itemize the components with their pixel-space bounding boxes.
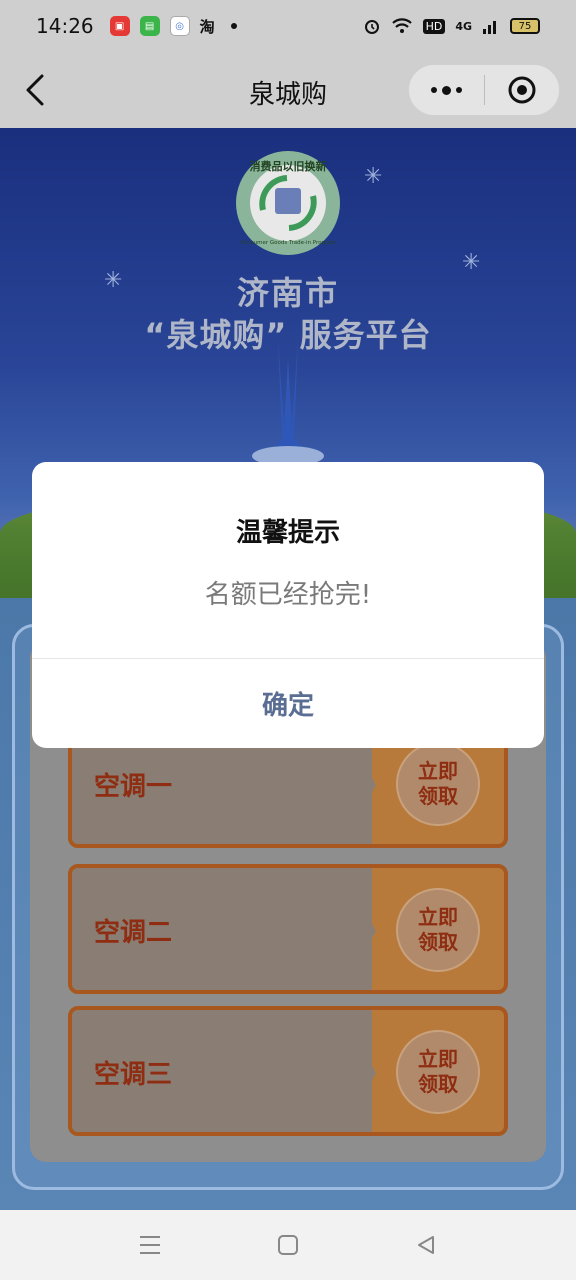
- claim-button[interactable]: 立即 领取: [396, 742, 480, 826]
- more-notifications-dot: [230, 23, 237, 29]
- claim-label-line1: 立即: [418, 1047, 458, 1071]
- more-dots-icon[interactable]: [409, 65, 484, 115]
- status-bar: 14:26 ▣ ▤ ◎ 淘 HD 4G 75: [0, 0, 576, 52]
- capsule-menu: [408, 64, 560, 116]
- home-square-icon[interactable]: [273, 1230, 303, 1260]
- red-app-icon: ▣: [109, 16, 130, 36]
- network-type: 4G: [455, 19, 472, 33]
- quancheng-tower-graphic: [252, 338, 324, 466]
- claim-label-line1: 立即: [418, 905, 458, 929]
- claim-label-line2: 领取: [418, 930, 458, 954]
- claim-button[interactable]: 立即 领取: [396, 888, 480, 972]
- blue-app-icon: ◎: [169, 16, 190, 36]
- alert-dialog: 温馨提示 名额已经抢完! 确定: [32, 462, 544, 748]
- wifi-icon: [391, 18, 412, 33]
- coupon-card-ac-2[interactable]: 空调二 立即 领取: [68, 864, 508, 994]
- alarm-icon: [364, 20, 379, 34]
- claim-label-line1: 立即: [418, 759, 458, 783]
- coupon-card-ac-3[interactable]: 空调三 立即 领取: [68, 1006, 508, 1136]
- hd-badge: HD: [422, 18, 446, 34]
- target-circle-icon[interactable]: [485, 65, 559, 115]
- battery-level: 75: [518, 20, 532, 32]
- coupon-name: 空调一: [94, 772, 173, 802]
- dialog-title: 温馨提示: [235, 518, 340, 548]
- claim-label-line2: 领取: [418, 1072, 458, 1096]
- mini-program-header: 泉城购: [0, 52, 576, 128]
- message-app-icon: ▤: [139, 16, 160, 36]
- trade-in-logo: 消费品以旧换新 Consumer Goods Trade-in Program: [236, 151, 340, 255]
- status-time: 14:26: [36, 14, 94, 38]
- menu-icon[interactable]: [135, 1230, 165, 1260]
- confirm-button[interactable]: 确定: [32, 659, 544, 748]
- sparkle-icon: ✳: [364, 164, 383, 189]
- system-nav-bar: [0, 1210, 576, 1280]
- coupon-name: 空调二: [94, 918, 173, 948]
- logo-text-bottom: Consumer Goods Trade-in Program: [240, 240, 336, 246]
- city-title: 济南市: [236, 274, 339, 312]
- claim-button[interactable]: 立即 领取: [396, 1030, 480, 1114]
- signal-icon: [483, 21, 496, 34]
- claim-label-line2: 领取: [418, 784, 458, 808]
- coupon-name: 空调三: [94, 1060, 173, 1090]
- back-triangle-icon[interactable]: [411, 1230, 441, 1260]
- logo-text-top: 消费品以旧换新: [250, 159, 327, 173]
- dialog-message: 名额已经抢完!: [204, 580, 372, 610]
- battery-icon: 75: [510, 18, 540, 34]
- taobao-icon: 淘: [199, 17, 215, 36]
